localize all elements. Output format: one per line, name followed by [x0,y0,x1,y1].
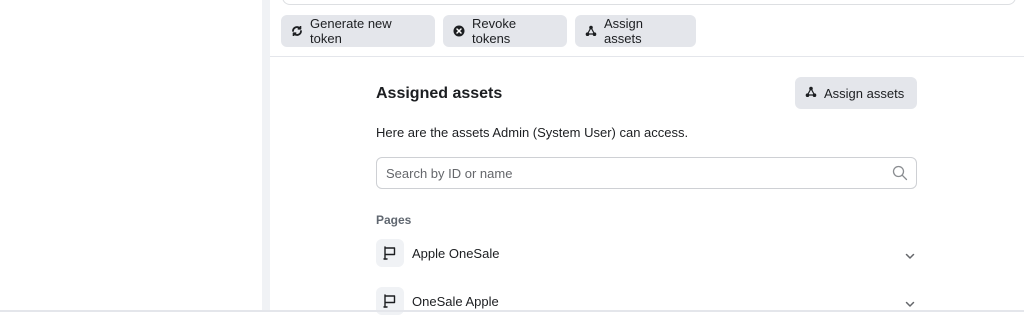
left-pane [0,0,262,312]
revoke-tokens-label: Revoke tokens [472,16,517,46]
revoke-tokens-button[interactable]: Revoke tokens [443,15,567,47]
nodes-icon [805,86,817,101]
assign-assets-label: Assign assets [604,16,644,46]
system-user-details-pane: Generate new token Revoke tokens Assign … [270,0,1024,315]
search-box [376,157,917,189]
search-input[interactable] [377,158,895,188]
assign-assets-button-label: Assign assets [824,85,905,101]
section-description: Here are the assets Admin (System User) … [376,125,689,140]
chevron-down-icon[interactable] [905,248,915,266]
close-circle-icon [453,25,465,37]
page-name: OneSale Apple [412,293,499,309]
generate-new-token-label: Generate new token [310,16,392,46]
token-toolbar: Generate new token Revoke tokens Assign … [270,0,1024,57]
pane-divider [262,0,270,312]
section-title: Assigned assets [376,85,503,102]
nodes-icon [585,25,597,37]
page-row[interactable]: Apple OneSale [376,237,917,269]
page-row[interactable]: OneSale Apple [376,285,917,317]
assigned-assets-section: Assigned assets Assign assets Here are t… [376,56,918,315]
search-icon[interactable] [892,165,908,186]
page-name: Apple OneSale [412,245,500,261]
assign-assets-toolbar-button[interactable]: Assign assets [575,15,696,47]
pages-section-label: Pages [376,213,412,227]
flag-icon [376,239,404,267]
refresh-icon [291,25,303,37]
card-edge [282,0,1016,5]
assign-assets-button[interactable]: Assign assets [795,77,917,109]
generate-new-token-button[interactable]: Generate new token [281,15,435,47]
